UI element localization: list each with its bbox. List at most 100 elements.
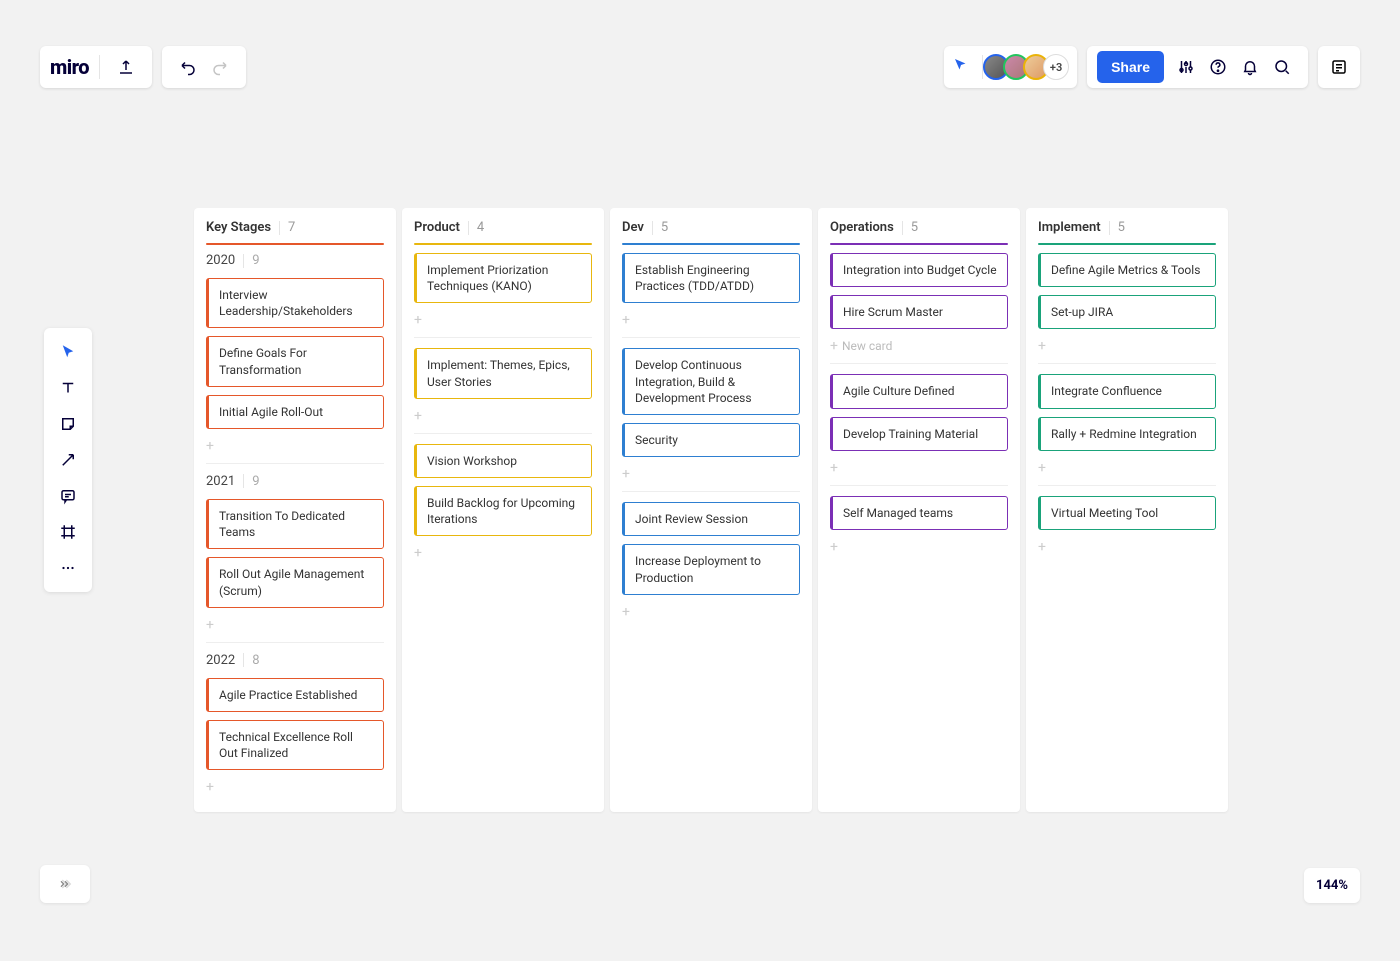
card[interactable]: Roll Out Agile Management (Scrum) [206,557,384,607]
undo-button[interactable] [172,51,204,83]
column-count: 5 [661,220,668,235]
card[interactable]: Transition To Dedicated Teams [206,499,384,549]
swimlane-divider [206,642,384,643]
frame-tool[interactable] [50,514,86,550]
plus-icon: + [1038,539,1046,555]
card[interactable]: Implement Priorization Techniques (KANO) [414,253,592,303]
sticky-note-tool[interactable] [50,406,86,442]
card[interactable]: Define Goals For Transformation [206,336,384,386]
add-card-button[interactable]: + [414,311,592,329]
card[interactable]: Vision Workshop [414,444,592,478]
plus-icon: + [622,604,630,620]
card[interactable]: Technical Excellence Roll Out Finalized [206,720,384,770]
card[interactable]: Initial Agile Roll-Out [206,395,384,429]
plus-icon: + [1038,460,1046,476]
column-product: Product4Implement Priorization Technique… [402,208,604,812]
cursor-follow-icon[interactable] [952,56,970,78]
column-title[interactable]: Dev [622,220,644,235]
select-tool[interactable] [50,334,86,370]
add-card-button[interactable]: + [622,603,800,621]
column-title[interactable]: Implement [1038,220,1101,235]
card[interactable]: Integrate Confluence [1038,374,1216,408]
comment-tool[interactable] [50,478,86,514]
expand-toolbar-button[interactable] [40,865,90,903]
add-card-button[interactable]: + [1038,538,1216,556]
card[interactable]: Develop Continuous Integration, Build & … [622,348,800,415]
history-panel [162,46,246,88]
add-card-button[interactable]: + [830,459,1008,477]
card[interactable]: Set-up JIRA [1038,295,1216,329]
notes-panel[interactable] [1318,46,1360,88]
search-icon[interactable] [1266,51,1298,83]
card[interactable]: Agile Culture Defined [830,374,1008,408]
swimlane-label[interactable]: 20228 [206,653,384,668]
zoom-level[interactable]: 144% [1304,868,1360,903]
add-card-button[interactable]: + [206,616,384,634]
card[interactable]: Define Agile Metrics & Tools [1038,253,1216,287]
redo-button[interactable] [204,51,236,83]
share-button[interactable]: Share [1097,51,1164,83]
card[interactable]: Self Managed teams [830,496,1008,530]
add-card-button[interactable]: + New card [830,337,1008,355]
column-underline [414,243,592,245]
add-card-label: New card [842,339,892,353]
add-card-button[interactable]: + [830,538,1008,556]
miro-logo[interactable]: miro [50,55,100,79]
card[interactable]: Establish Engineering Practices (TDD/ATD… [622,253,800,303]
swimlane-divider [830,485,1008,486]
card[interactable]: Virtual Meeting Tool [1038,496,1216,530]
card[interactable]: Integration into Budget Cycle [830,253,1008,287]
arrow-tool[interactable] [50,442,86,478]
column-count: 5 [911,220,918,235]
add-card-button[interactable]: + [414,407,592,425]
card[interactable]: Agile Practice Established [206,678,384,712]
divider [243,474,244,488]
kanban-board: Key Stages720209Interview Leadership/Sta… [194,208,1228,812]
card[interactable]: Interview Leadership/Stakeholders [206,278,384,328]
swimlane-divider [622,337,800,338]
export-icon[interactable] [110,51,142,83]
more-tools[interactable] [50,550,86,586]
swimlane-label[interactable]: 20209 [206,253,384,268]
divider [279,221,280,235]
logo-panel: miro [40,46,152,88]
swimlane-divider [414,337,592,338]
card[interactable]: Implement: Themes, Epics, User Stories [414,348,592,398]
add-card-button[interactable]: + [206,437,384,455]
avatar-more[interactable]: +3 [1043,54,1069,80]
add-card-button[interactable]: + [622,311,800,329]
card[interactable]: Security [622,423,800,457]
column-underline [1038,243,1216,245]
card[interactable]: Develop Training Material [830,417,1008,451]
column-title[interactable]: Operations [830,220,894,235]
add-card-button[interactable]: + [1038,337,1216,355]
tool-toolbar [44,328,92,592]
card[interactable]: Increase Deployment to Production [622,544,800,594]
swimlane-divider [206,463,384,464]
card[interactable]: Rally + Redmine Integration [1038,417,1216,451]
divider [243,254,244,268]
plus-icon: + [414,545,422,561]
swimlane-divider [1038,363,1216,364]
add-card-button[interactable]: + [414,544,592,562]
text-tool[interactable] [50,370,86,406]
column-title[interactable]: Key Stages [206,220,271,235]
add-card-button[interactable]: + [1038,459,1216,477]
notifications-icon[interactable] [1234,51,1266,83]
column-count: 5 [1118,220,1125,235]
swimlane-label[interactable]: 20219 [206,474,384,489]
divider [1109,221,1110,235]
column-implement: Implement 5 Define Agile Metrics & Tools Se… [1026,208,1228,812]
card[interactable]: Hire Scrum Master [830,295,1008,329]
card[interactable]: Joint Review Session [622,502,800,536]
plus-icon: + [830,338,838,354]
card[interactable]: Build Backlog for Upcoming Iterations [414,486,592,536]
plus-icon: + [622,466,630,482]
presence-panel: +3 [944,46,1077,88]
help-icon[interactable] [1202,51,1234,83]
settings-icon[interactable] [1170,51,1202,83]
column-title[interactable]: Product [414,220,460,235]
add-card-button[interactable]: + [622,465,800,483]
plus-icon: + [206,438,214,454]
add-card-button[interactable]: + [206,778,384,796]
